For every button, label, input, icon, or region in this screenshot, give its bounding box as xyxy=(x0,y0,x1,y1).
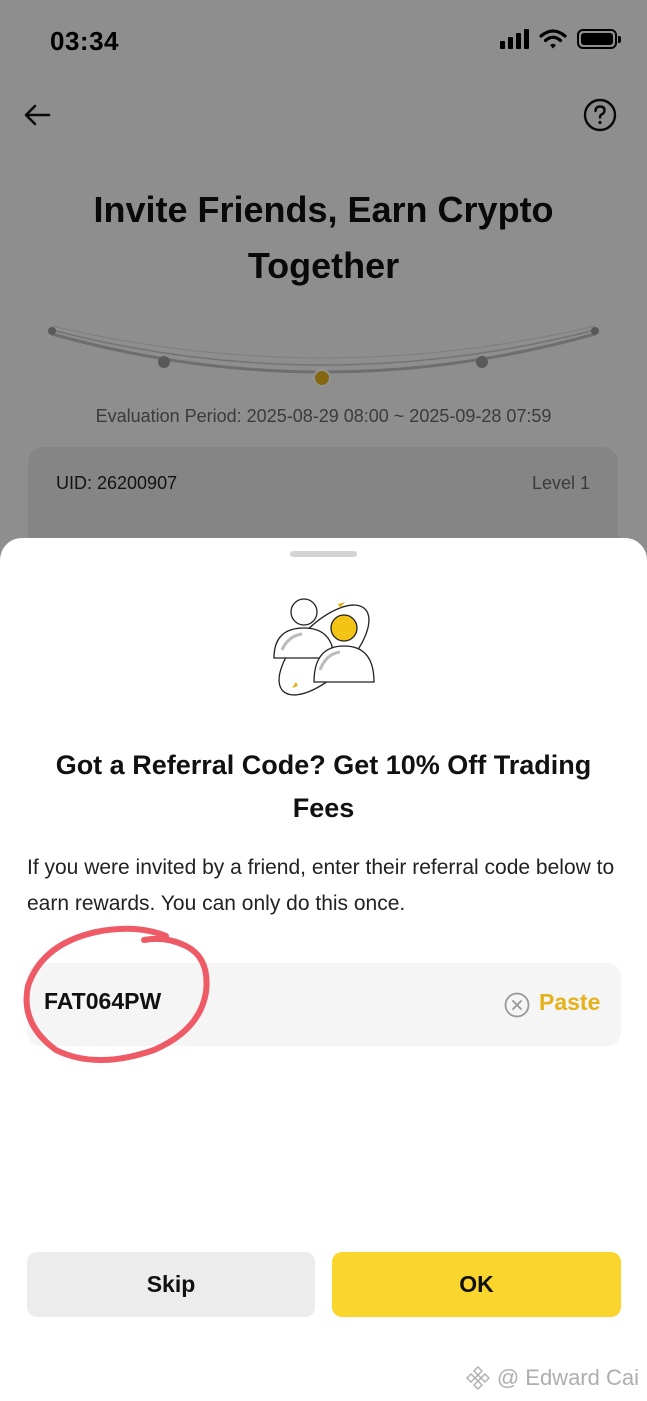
clear-circle-icon[interactable] xyxy=(504,992,530,1018)
ok-button[interactable]: OK xyxy=(332,1252,621,1317)
sheet-title: Got a Referral Code? Get 10% Off Trading… xyxy=(55,750,592,823)
sheet-drag-handle[interactable] xyxy=(290,551,357,557)
referral-code-field[interactable]: Paste xyxy=(27,963,621,1046)
paste-button[interactable]: Paste xyxy=(539,989,600,1016)
watermark-logo-icon xyxy=(465,1366,490,1390)
sheet-description: If you were invited by a friend, enter t… xyxy=(27,856,615,915)
watermark-text: @ Edward Cai xyxy=(496,1365,639,1390)
referral-illustration-icon xyxy=(273,598,375,696)
referral-code-input[interactable] xyxy=(44,988,344,1015)
watermark: @ Edward Cai xyxy=(465,1365,639,1391)
referral-bottom-sheet: Got a Referral Code? Get 10% Off Trading… xyxy=(0,538,647,1401)
skip-button[interactable]: Skip xyxy=(27,1252,315,1317)
